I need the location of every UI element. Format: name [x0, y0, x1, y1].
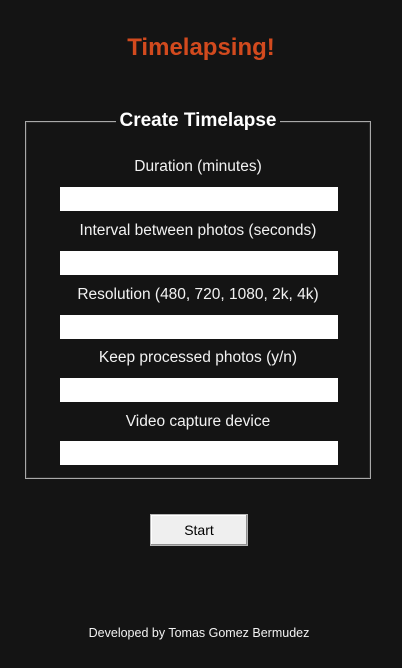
keep-photos-label: Keep processed photos (y/n)	[98, 349, 298, 366]
start-button[interactable]: Start	[150, 514, 248, 546]
group-title: Create Timelapse	[116, 110, 280, 131]
interval-label: Interval between photos (seconds)	[79, 222, 317, 239]
app-title: Timelapsing!	[127, 34, 275, 61]
capture-device-label: Video capture device	[125, 413, 271, 430]
duration-label: Duration (minutes)	[134, 158, 262, 175]
resolution-label: Resolution (480, 720, 1080, 2k, 4k)	[77, 286, 319, 303]
group-title-container: Create Timelapse	[26, 110, 370, 132]
duration-input[interactable]	[60, 187, 338, 211]
capture-device-input[interactable]	[60, 441, 338, 465]
timelapse-window: Timelapsing! Create Timelapse Duration (…	[0, 0, 402, 668]
resolution-input[interactable]	[60, 315, 338, 339]
interval-input[interactable]	[60, 251, 338, 275]
developer-credit: Developed by Tomas Gomez Bermudez	[88, 626, 310, 640]
keep-photos-input[interactable]	[60, 378, 338, 402]
